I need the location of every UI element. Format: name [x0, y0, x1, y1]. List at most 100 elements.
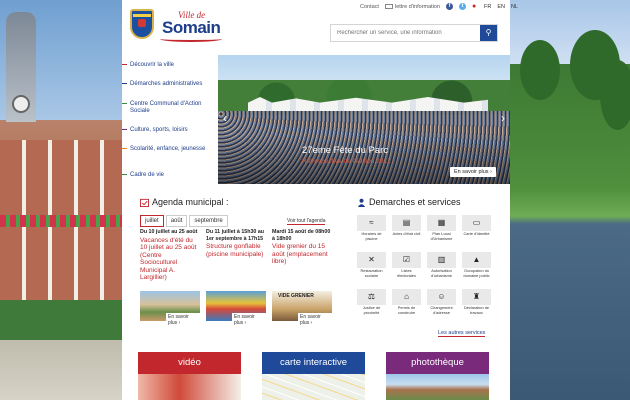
service-label: Occupation du domaine public [463, 268, 490, 278]
agenda-title: Agenda municipal : [152, 197, 229, 207]
sidebar-item-decouvrir[interactable]: Découvrir la ville [122, 62, 214, 69]
chevron-right-icon[interactable]: › [498, 110, 508, 126]
lang-nl[interactable]: NL [511, 4, 518, 10]
service-plu[interactable]: ▦ Plan Local d'Urbanisme [427, 215, 456, 250]
service-autorisation-urbanisme[interactable]: ▥ Autorisation d'urbanisme [427, 252, 456, 287]
tree [600, 60, 630, 130]
hero-slider[interactable]: ‹ › 27eme Fête du Parc Rétrospective de … [218, 55, 510, 184]
service-label: Actes d'état civil [392, 231, 421, 236]
event-date: Du 10 juillet au 25 août [140, 229, 198, 235]
ballot-icon: ☑ [392, 252, 421, 268]
event-card[interactable]: Du 10 juillet au 25 août Vacances d'été … [140, 229, 200, 329]
hedge [0, 300, 122, 340]
id-card-icon: ▭ [462, 215, 491, 231]
sidebar-item-label: Centre Communal d'Action Sociale [130, 101, 202, 114]
month-tabs: juillet août septembre [140, 215, 228, 227]
photo-library-tile[interactable]: photothèque [386, 352, 489, 400]
coat-of-arms-icon[interactable] [130, 9, 154, 39]
event-list: Du 10 juillet au 25 août Vacances d'été … [140, 229, 332, 329]
sidebar-nav: Découvrir la ville Démarches administrat… [122, 55, 218, 185]
service-carte-identite[interactable]: ▭ Carte d'identité [462, 215, 491, 250]
item-marker [122, 103, 127, 104]
service-changement-adresse[interactable]: ☺ Changement d'adresse [427, 289, 456, 324]
service-label: Changement d'adresse [430, 305, 453, 315]
lang-fr[interactable]: FR [484, 4, 491, 10]
newsletter-label: lettre d'information [394, 3, 441, 10]
event-title[interactable]: Vide grenier du 15 août (emplacement lib… [272, 243, 332, 266]
event-more-link[interactable]: En savoir plus › [298, 313, 332, 327]
map-icon: ▦ [427, 215, 456, 231]
tab-aout[interactable]: août [165, 215, 188, 227]
photo-thumbnail [386, 374, 489, 400]
lang-en[interactable]: EN [497, 4, 505, 10]
facebook-icon[interactable]: f [446, 3, 454, 10]
video-tile[interactable]: vidéo [138, 352, 241, 400]
page-container: Ville de Somain Contact lettre d'informa… [122, 0, 518, 400]
service-listes-electorales[interactable]: ☑ Listes électorales [392, 252, 421, 287]
event-date: Du 11 juillet à 15h30 au 1er septembre à… [206, 229, 264, 242]
sidebar-item-label: Culture, sports, loisirs [130, 127, 188, 133]
document-icon: ▤ [392, 215, 421, 231]
search-input[interactable] [331, 25, 481, 41]
event-more-link[interactable]: En savoir plus › [166, 313, 200, 327]
logo-swoosh [160, 36, 222, 42]
other-services-link[interactable]: Les autres services [438, 330, 486, 337]
tower-icon: ♜ [462, 289, 491, 305]
sidebar-item-culture[interactable]: Culture, sports, loisirs [122, 127, 214, 134]
contact-link[interactable]: Contact [360, 4, 379, 10]
demarches-section: Demarches et services ≈ Horaires de pisci… [354, 196, 498, 337]
service-label: Restauration scolaire [360, 268, 383, 278]
cutlery-icon: ✕ [357, 252, 386, 268]
hero-more-button[interactable]: En savoir plus › [450, 167, 496, 177]
hero-subtitle: Rétrospective de l'édition 2017 [302, 158, 391, 165]
sidebar-item-ccas[interactable]: Centre Communal d'Action Sociale [122, 101, 214, 115]
agenda-section: Agenda municipal : juillet août septembr… [136, 196, 332, 336]
search-button[interactable]: ⚲ [480, 25, 497, 41]
house-icon: ⌂ [392, 289, 421, 305]
item-marker [122, 83, 127, 84]
thumbnail-caption: VIDE GRENIER [278, 293, 314, 299]
location-pin-icon[interactable]: ● [472, 3, 478, 10]
search-icon: ⚲ [485, 28, 492, 37]
utility-bar: Contact lettre d'information f t ● FR EN… [360, 3, 518, 10]
service-justice[interactable]: ⚖ Justice de proximité [357, 289, 386, 324]
service-horaires-piscine[interactable]: ≈ Horaires de piscine [357, 215, 386, 250]
event-title[interactable]: Structure gonflable (piscine municipale) [206, 243, 266, 258]
service-restauration[interactable]: ✕ Restauration scolaire [357, 252, 386, 287]
tab-juillet[interactable]: juillet [140, 215, 164, 227]
tile-heading: carte interactive [262, 352, 365, 374]
event-card[interactable]: Du 11 juillet à 15h30 au 1er septembre à… [206, 229, 266, 329]
sidebar-item-cadre[interactable]: Cadre de vie [122, 172, 214, 179]
background-photo-town-hall [0, 0, 122, 400]
background-photo-lake [510, 0, 630, 400]
demarches-title: Demarches et services [369, 197, 461, 207]
chevron-left-icon[interactable]: ‹ [220, 110, 230, 126]
item-marker [122, 148, 127, 149]
service-declaration-travaux[interactable]: ♜ Déclaration de travaux [462, 289, 491, 324]
view-all-agenda-link[interactable]: Voir tout l'agenda [287, 218, 326, 225]
tab-septembre[interactable]: septembre [189, 215, 228, 227]
sidebar-item-label: Démarches administratives [130, 81, 203, 87]
video-thumbnail [138, 374, 241, 400]
interactive-map-tile[interactable]: carte interactive [262, 352, 365, 400]
tile-heading: vidéo [138, 352, 241, 374]
service-domaine-public[interactable]: ▲ Occupation du domaine public [462, 252, 491, 287]
event-more-link[interactable]: En savoir plus › [232, 313, 266, 327]
building-icon: ▥ [427, 252, 456, 268]
newsletter-link[interactable]: lettre d'information [384, 3, 441, 10]
logo-name[interactable]: Somain [162, 18, 221, 38]
tree [520, 40, 560, 100]
sidebar-item-demarches[interactable]: Démarches administratives [122, 81, 214, 88]
service-label: Plan Local d'Urbanisme [430, 231, 453, 241]
service-label: Carte d'identité [463, 231, 490, 236]
sidebar-item-scolarite[interactable]: Scolarité, enfance, jeunesse [122, 146, 214, 153]
twitter-icon[interactable]: t [459, 3, 467, 10]
event-title[interactable]: Vacances d'été du 10 juillet au 25 août … [140, 237, 200, 282]
service-permis-construire[interactable]: ⌂ Permis de construire [392, 289, 421, 324]
pool-icon: ≈ [357, 215, 386, 231]
tent-icon: ▲ [462, 252, 491, 268]
map-thumbnail [262, 374, 365, 400]
service-etat-civil[interactable]: ▤ Actes d'état civil [392, 215, 421, 250]
sidebar-item-label: Scolarité, enfance, jeunesse [130, 146, 206, 152]
event-card[interactable]: Mardi 15 août de 08h00 à 18h00 Vide gren… [272, 229, 332, 329]
